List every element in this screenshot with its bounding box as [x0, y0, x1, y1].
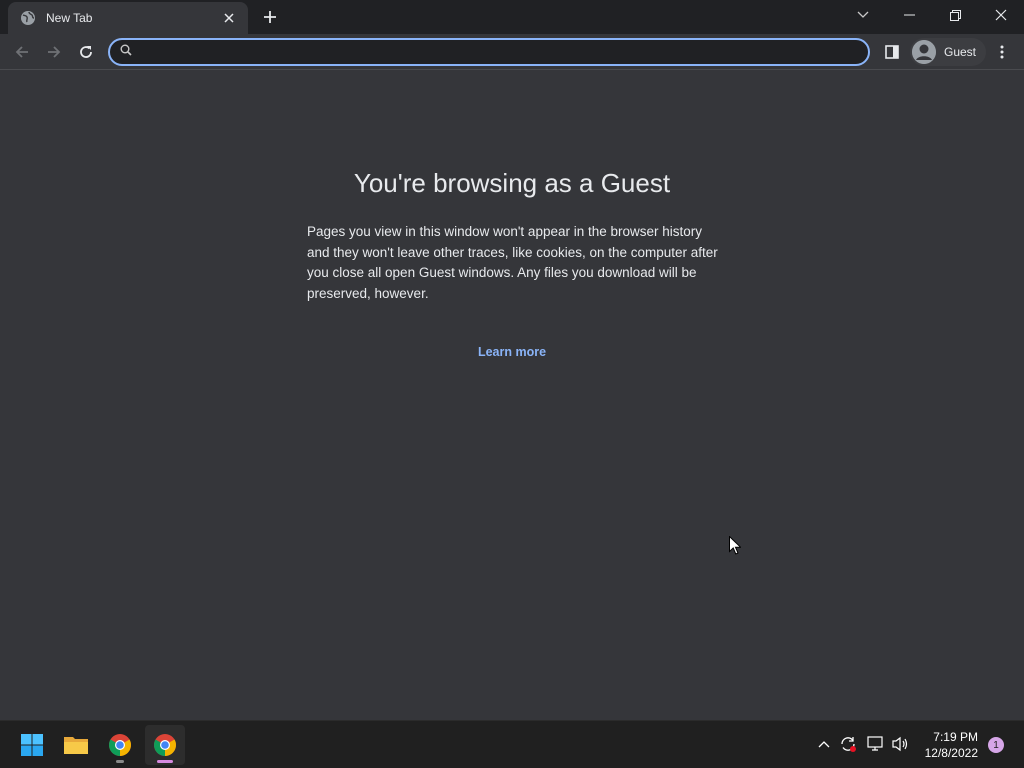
new-tab-button[interactable]: [258, 6, 282, 28]
reload-button[interactable]: [72, 38, 100, 66]
page-title: You're browsing as a Guest: [353, 168, 671, 198]
restore-button[interactable]: [932, 0, 978, 30]
taskbar: 7:19 PM 12/8/2022 1: [0, 720, 1024, 768]
clock-time: 7:19 PM: [933, 730, 978, 744]
show-hidden-icons-icon[interactable]: [814, 734, 834, 754]
chrome-icon: [154, 734, 176, 756]
close-tab-icon[interactable]: [220, 9, 238, 27]
tab-search-icon[interactable]: [840, 0, 886, 30]
close-window-button[interactable]: [978, 0, 1024, 30]
search-icon: [120, 43, 132, 61]
side-panel-icon[interactable]: [878, 38, 906, 66]
browser-toolbar: Guest: [0, 34, 1024, 70]
minimize-button[interactable]: [886, 0, 932, 30]
windows-icon: [21, 734, 43, 756]
guest-description: Pages you view in this window won't appe…: [307, 224, 718, 301]
more-menu-icon[interactable]: [988, 38, 1016, 66]
profile-label: Guest: [944, 45, 977, 59]
folder-icon: [64, 737, 88, 754]
address-bar[interactable]: [108, 38, 870, 66]
start-button[interactable]: [12, 725, 52, 765]
system-clock[interactable]: 7:19 PM 12/8/2022: [916, 729, 978, 761]
tab-new-tab[interactable]: New Tab: [8, 2, 248, 34]
mouse-cursor-icon: [729, 535, 742, 560]
chrome-taskbar-button[interactable]: [100, 725, 140, 765]
guest-page: You're browsing as a Guest Pages you vie…: [0, 71, 1024, 720]
forward-button[interactable]: [40, 38, 68, 66]
tab-title: New Tab: [46, 11, 93, 25]
learn-more-link[interactable]: Learn more: [0, 345, 1024, 359]
notification-badge[interactable]: 1: [988, 737, 1004, 753]
back-button[interactable]: [8, 38, 36, 66]
chrome-icon: [109, 734, 131, 756]
network-icon[interactable]: [866, 734, 886, 754]
active-indicator: [157, 760, 173, 763]
tab-strip: New Tab: [0, 0, 1024, 34]
profile-button[interactable]: Guest: [910, 38, 987, 66]
clock-date: 12/8/2022: [924, 746, 978, 760]
address-input[interactable]: [142, 44, 868, 60]
guest-avatar-icon: [912, 40, 936, 64]
globe-icon: [20, 10, 36, 26]
volume-icon[interactable]: [890, 734, 910, 754]
file-explorer-button[interactable]: [56, 725, 96, 765]
running-indicator: [116, 760, 124, 763]
chrome-guest-taskbar-button[interactable]: [145, 725, 185, 765]
sync-icon[interactable]: [838, 734, 858, 754]
